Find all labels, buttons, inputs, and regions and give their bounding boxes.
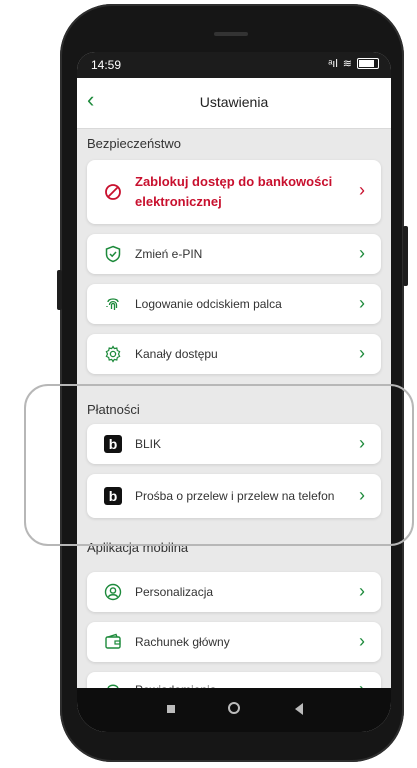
volume-button — [403, 226, 408, 286]
chevron-right-icon: › — [359, 343, 365, 363]
app-header: ‹ Ustawienia — [77, 78, 391, 129]
chevron-right-icon: › — [359, 180, 365, 200]
android-nav-bar — [77, 688, 391, 732]
chevron-right-icon: › — [359, 243, 365, 263]
shield-check-icon — [103, 244, 123, 264]
access-channels-button[interactable]: Kanały dostępu › — [87, 334, 381, 374]
access-channels-label: Kanały dostępu — [135, 347, 218, 361]
recents-button[interactable] — [167, 705, 175, 713]
block-access-line2: elektronicznej — [135, 194, 222, 209]
chevron-right-icon: › — [359, 293, 365, 313]
fingerprint-login-button[interactable]: Logowanie odciskiem palca › — [87, 284, 381, 324]
status-time: 14:59 — [91, 58, 122, 72]
wallet-icon — [103, 632, 123, 652]
block-access-button[interactable]: Zablokuj dostęp do bankowości elektronic… — [87, 160, 381, 224]
back-nav-button[interactable] — [295, 703, 303, 715]
earpiece — [214, 32, 248, 36]
battery-icon — [357, 58, 379, 69]
personalization-label: Personalizacja — [135, 585, 214, 599]
section-security: Bezpieczeństwo — [87, 136, 181, 151]
fingerprint-login-label: Logowanie odciskiem palca — [135, 297, 282, 311]
wifi-icon: ≋ — [342, 58, 352, 70]
payments-highlight-frame — [24, 384, 414, 546]
personalization-button[interactable]: Personalizacja › — [87, 572, 381, 612]
change-epin-button[interactable]: Zmień e-PIN › — [87, 234, 381, 274]
fingerprint-icon — [103, 294, 123, 314]
person-icon — [103, 582, 123, 602]
chevron-right-icon: › — [359, 581, 365, 601]
block-access-label: Zablokuj dostęp do bankowości elektronic… — [135, 172, 332, 212]
gear-icon — [103, 344, 123, 364]
change-epin-label: Zmień e-PIN — [135, 247, 203, 261]
block-access-line1: Zablokuj dostęp do bankowości — [135, 174, 333, 189]
main-account-button[interactable]: Rachunek główny › — [87, 622, 381, 662]
side-button — [57, 270, 62, 310]
signal-icon: ᵃıl — [328, 57, 338, 70]
home-button[interactable] — [228, 702, 240, 714]
page-title: Ustawienia — [199, 94, 269, 110]
main-account-label: Rachunek główny — [135, 635, 230, 649]
chevron-right-icon: › — [359, 631, 365, 651]
block-icon — [103, 182, 123, 202]
status-bar: 14:59 ᵃıl ≋ — [77, 52, 391, 78]
